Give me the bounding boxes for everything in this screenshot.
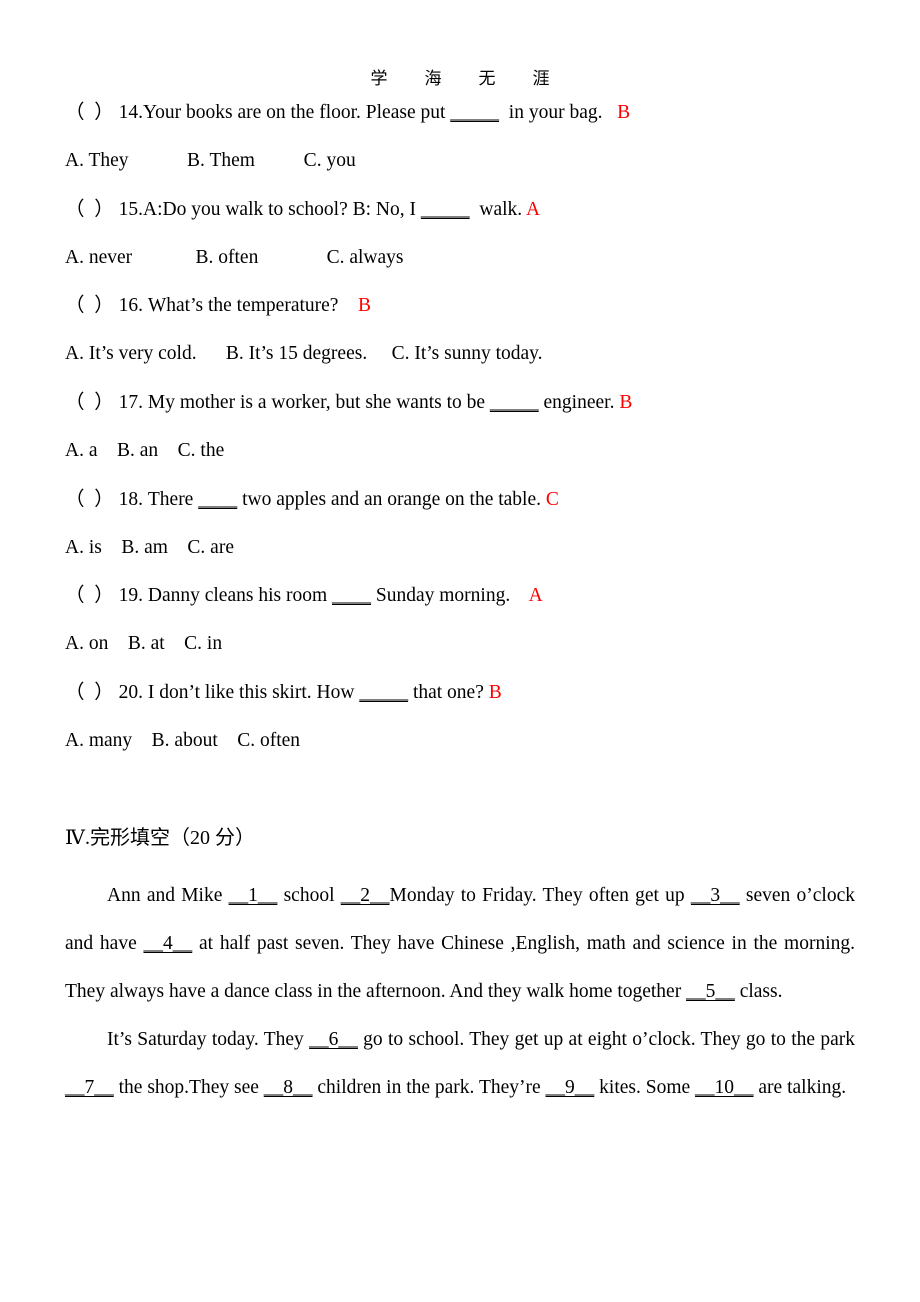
marked-answer: B bbox=[357, 295, 371, 316]
cloze-blank: __9__ bbox=[545, 1077, 595, 1098]
passage-text: It’s Saturday today. They bbox=[107, 1029, 310, 1050]
question-stem-text: （ ） 20. I don’t like this skirt. How bbox=[65, 682, 360, 703]
cloze-blank: __10__ bbox=[695, 1077, 754, 1098]
answer-blank: _____ bbox=[359, 682, 409, 703]
question-stem: （ ） 19. Danny cleans his room ____ Sunda… bbox=[65, 583, 865, 609]
cloze-blank: __8__ bbox=[263, 1077, 313, 1098]
passage-text: school bbox=[277, 885, 341, 906]
question-stem-text: （ ） 19. Danny cleans his room bbox=[65, 585, 333, 606]
question-options[interactable]: A. on B. at C. in bbox=[65, 631, 865, 657]
question-stem-text: （ ） 18. There bbox=[65, 489, 199, 510]
cloze-blank: __3__ bbox=[690, 885, 740, 906]
question-options[interactable]: A. many B. about C. often bbox=[65, 728, 865, 754]
question-stem-tail: Sunday morning. bbox=[371, 585, 529, 606]
question-stem-text: （ ） 14.Your books are on the floor. Plea… bbox=[65, 102, 451, 123]
section-heading-cloze: Ⅳ.完形填空（20 分） bbox=[65, 827, 255, 849]
passage-text: the shop.They see bbox=[113, 1077, 264, 1098]
answer-blank: ____ bbox=[332, 585, 372, 606]
question-item: （ ） 14.Your books are on the floor. Plea… bbox=[65, 100, 865, 174]
question-stem: （ ） 18. There ____ two apples and an ora… bbox=[65, 487, 865, 513]
marked-answer: B bbox=[488, 682, 502, 703]
marked-answer: B bbox=[617, 102, 631, 123]
marked-answer: B bbox=[619, 392, 633, 413]
cloze-blank: __6__ bbox=[309, 1029, 358, 1050]
passage-text: kites. Some bbox=[594, 1077, 696, 1098]
question-options[interactable]: A. a B. an C. the bbox=[65, 438, 865, 464]
question-stem: （ ） 14.Your books are on the floor. Plea… bbox=[65, 100, 865, 126]
question-item: （ ） 20. I don’t like this skirt. How ___… bbox=[65, 680, 865, 754]
question-item: （ ） 16. What’s the temperature? B A. It’s… bbox=[65, 293, 865, 367]
question-stem: （ ） 15.A:Do you walk to school? B: No, I… bbox=[65, 197, 865, 223]
question-stem: （ ） 17. My mother is a worker, but she w… bbox=[65, 390, 865, 416]
page-watermark-header: 学 海 无 涯 bbox=[370, 69, 560, 88]
passage-paragraph: It’s Saturday today. They __6__ go to sc… bbox=[65, 1016, 855, 1112]
question-stem-tail: that one? bbox=[408, 682, 489, 703]
answer-blank: _____ bbox=[450, 102, 500, 123]
question-options[interactable]: A. is B. am C. are bbox=[65, 535, 865, 561]
cloze-blank: __4__ bbox=[143, 933, 193, 954]
answer-blank: _____ bbox=[489, 392, 539, 413]
passage-text: Ann and Mike bbox=[107, 885, 229, 906]
question-item: （ ） 15.A:Do you walk to school? B: No, I… bbox=[65, 197, 865, 271]
question-stem-text: （ ） 16. What’s the temperature? bbox=[65, 295, 358, 316]
marked-answer: C bbox=[545, 489, 559, 510]
cloze-passage: Ann and Mike __1__ school __2__Monday to… bbox=[65, 872, 855, 1112]
marked-answer: A bbox=[525, 199, 541, 220]
question-stem: （ ） 20. I don’t like this skirt. How ___… bbox=[65, 680, 865, 706]
question-options[interactable]: A. never B. often C. always bbox=[65, 245, 865, 271]
passage-text: children in the park. They’re bbox=[312, 1077, 546, 1098]
cloze-blank: __7__ bbox=[65, 1077, 114, 1098]
question-options[interactable]: A. It’s very cold. B. It’s 15 degrees. C… bbox=[65, 341, 865, 367]
question-stem: （ ） 16. What’s the temperature? B bbox=[65, 293, 865, 319]
question-options[interactable]: A. They B. Them C. you bbox=[65, 148, 865, 174]
passage-text: Monday to Friday. They often get up bbox=[389, 885, 691, 906]
question-stem-tail: two apples and an orange on the table. bbox=[237, 489, 546, 510]
cloze-blank: __1__ bbox=[228, 885, 278, 906]
question-stem-text: （ ） 15.A:Do you walk to school? B: No, I bbox=[65, 199, 421, 220]
question-stem-tail: engineer. bbox=[538, 392, 620, 413]
answer-blank: _____ bbox=[420, 199, 470, 220]
cloze-blank: __5__ bbox=[686, 981, 735, 1002]
question-stem-text: （ ） 17. My mother is a worker, but she w… bbox=[65, 392, 490, 413]
passage-paragraph: Ann and Mike __1__ school __2__Monday to… bbox=[65, 872, 855, 1016]
question-item: （ ） 17. My mother is a worker, but she w… bbox=[65, 390, 865, 464]
cloze-blank: __2__ bbox=[340, 885, 390, 906]
passage-text: are talking. bbox=[753, 1077, 847, 1098]
marked-answer: A bbox=[528, 585, 543, 606]
question-stem-tail: in your bag. bbox=[499, 102, 618, 123]
question-item: （ ） 18. There ____ two apples and an ora… bbox=[65, 487, 865, 561]
question-stem-tail: walk. bbox=[469, 199, 526, 220]
passage-text: go to school. They get up at eight o’clo… bbox=[357, 1029, 855, 1050]
answer-blank: ____ bbox=[198, 489, 238, 510]
document-page: 学 海 无 涯 （ ） 14.Your books are on the flo… bbox=[0, 0, 920, 1302]
question-item: （ ） 19. Danny cleans his room ____ Sunda… bbox=[65, 583, 865, 657]
passage-text: class. bbox=[734, 981, 783, 1002]
